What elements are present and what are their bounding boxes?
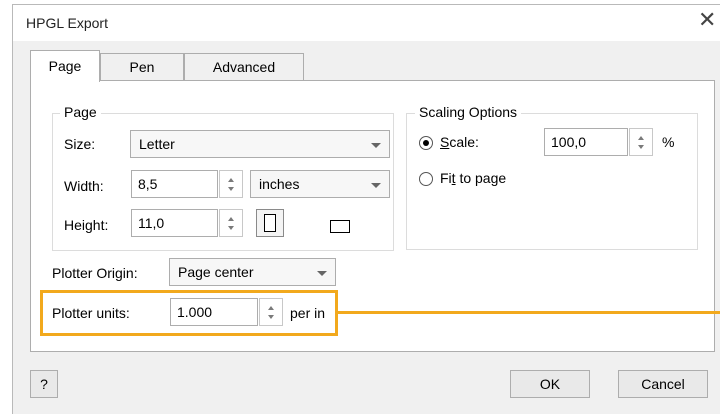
scale-input-value: 100,0: [551, 134, 587, 150]
plotter-units-highlight: [40, 290, 338, 336]
scale-unit: %: [662, 134, 675, 150]
spin-down-icon[interactable]: [638, 145, 644, 149]
width-label: Width:: [64, 178, 104, 194]
tab-pen[interactable]: Pen: [100, 53, 184, 81]
width-input[interactable]: 8,5: [131, 170, 243, 198]
fit-to-page-radio[interactable]: [419, 172, 433, 186]
chevron-down-icon: [317, 271, 327, 276]
plotter-origin-select[interactable]: Page center: [169, 258, 336, 286]
spin-up-icon[interactable]: [228, 178, 234, 182]
cancel-button-label: Cancel: [641, 376, 685, 392]
tab-pen-label: Pen: [129, 59, 155, 75]
portrait-button[interactable]: [256, 209, 284, 237]
scale-radio[interactable]: [419, 136, 433, 150]
width-unit-value: inches: [259, 176, 300, 192]
help-button[interactable]: ?: [30, 370, 58, 398]
highlight-leader-line: [336, 311, 720, 314]
close-icon[interactable]: ✕: [698, 6, 716, 34]
plotter-origin-value: Page center: [178, 264, 254, 280]
spin-up-icon[interactable]: [638, 136, 644, 140]
fit-to-page-label: Fit to page: [440, 170, 507, 186]
scale-spinner[interactable]: [629, 128, 653, 156]
chevron-down-icon: [371, 183, 381, 188]
height-label: Height:: [64, 217, 109, 233]
scale-input[interactable]: 100,0: [544, 128, 653, 156]
spin-up-icon[interactable]: [228, 217, 234, 221]
tab-page[interactable]: Page: [30, 50, 100, 82]
scale-label: Scale:: [440, 134, 479, 150]
page-group-title: Page: [60, 104, 101, 120]
height-input-value: 11,0: [138, 215, 165, 231]
spin-down-icon[interactable]: [228, 226, 234, 230]
width-unit-select[interactable]: inches: [250, 170, 390, 198]
tab-advanced-label: Advanced: [212, 59, 276, 75]
tab-page-label: Page: [48, 58, 82, 74]
size-select[interactable]: Letter: [130, 130, 390, 158]
height-spinner[interactable]: [219, 209, 243, 237]
help-button-label: ?: [40, 376, 48, 392]
portrait-icon: [264, 214, 276, 232]
cancel-button[interactable]: Cancel: [618, 370, 708, 398]
ok-button[interactable]: OK: [510, 370, 590, 398]
chevron-down-icon: [371, 143, 381, 148]
dialog-title: HPGL Export: [26, 15, 108, 31]
plotter-origin-label: Plotter Origin:: [52, 265, 138, 281]
tab-advanced[interactable]: Advanced: [184, 53, 304, 81]
scaling-options-title: Scaling Options: [415, 104, 522, 120]
width-spinner[interactable]: [219, 170, 243, 198]
height-input[interactable]: 11,0: [131, 209, 243, 237]
landscape-icon[interactable]: [330, 220, 350, 233]
spin-down-icon[interactable]: [228, 187, 234, 191]
title-bar: [13, 5, 720, 41]
size-select-value: Letter: [139, 136, 175, 152]
size-label: Size:: [64, 136, 96, 152]
ok-button-label: OK: [539, 376, 561, 392]
width-input-value: 8,5: [138, 176, 158, 192]
